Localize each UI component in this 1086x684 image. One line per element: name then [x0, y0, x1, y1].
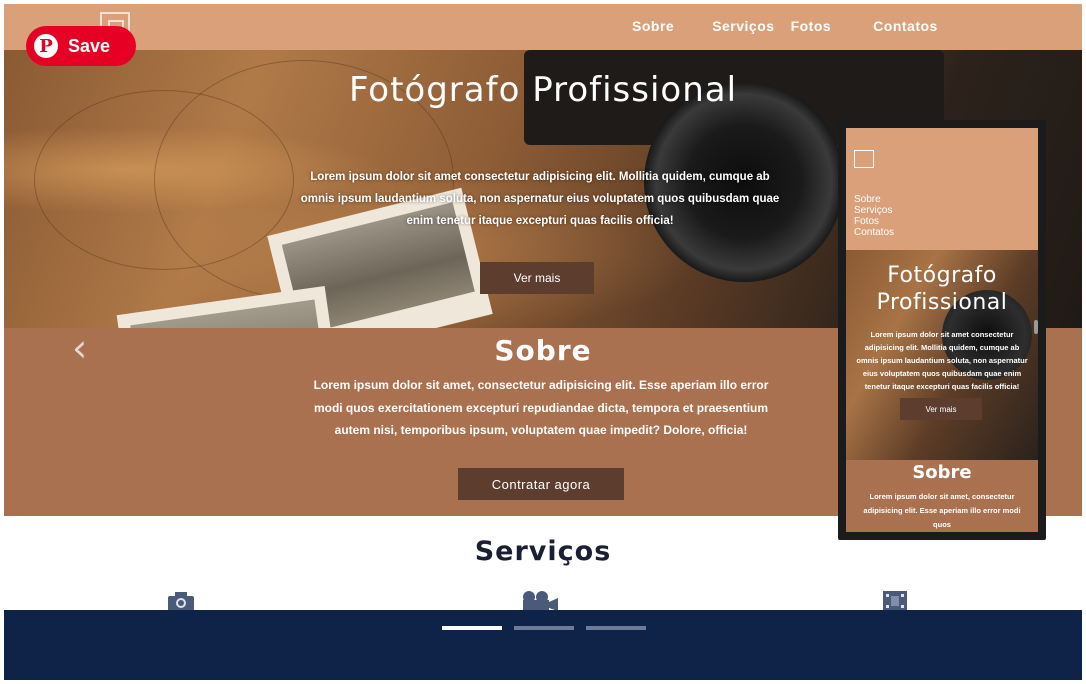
mobile-nav-links: Sobre Serviços Fotos Contatos [854, 194, 894, 238]
nav-link-fotos[interactable]: Fotos [791, 18, 832, 34]
photo-image [116, 285, 342, 328]
carousel-indicator-2[interactable] [514, 626, 574, 630]
hero-text: Lorem ipsum dolor sit amet consectetur a… [300, 171, 780, 227]
mobile-scrollbar[interactable] [1034, 320, 1038, 334]
nav-links: Sobre Serviços Fotos Contatos [632, 18, 938, 34]
hero-title: Fotógrafo Profissional [348, 70, 738, 110]
nav-link-servicos[interactable]: Serviços [712, 18, 774, 34]
pinterest-save-label: Save [68, 35, 111, 56]
nav-link-contatos[interactable]: Contatos [873, 18, 938, 34]
film-icon [880, 590, 910, 612]
ver-mais-button[interactable]: Ver mais [480, 262, 594, 294]
mobile-preview-screen: Sobre Serviços Fotos Contatos Fotógrafo … [846, 128, 1038, 532]
mobile-ver-mais-button[interactable]: Ver mais [900, 398, 982, 420]
mobile-hero-title: Fotógrafo Profissional [876, 263, 1008, 315]
video-camera-icon [520, 590, 560, 612]
servicos-title: Serviços [474, 536, 612, 567]
mobile-preview-frame: Sobre Serviços Fotos Contatos Fotógrafo … [838, 120, 1046, 540]
sobre-text: Lorem ipsum dolor sit amet, consectetur … [313, 378, 769, 437]
camera-icon [166, 590, 196, 612]
mobile-logo-icon[interactable] [854, 150, 874, 168]
carousel-indicator-bar [4, 610, 1082, 680]
pinterest-save-button[interactable]: P Save [26, 26, 136, 66]
mobile-nav-link-sobre[interactable]: Sobre [854, 194, 894, 205]
contratar-agora-button[interactable]: Contratar agora [458, 468, 624, 500]
carousel-indicator-1[interactable] [442, 626, 502, 630]
mobile-hero: Fotógrafo Profissional Lorem ipsum dolor… [846, 250, 1038, 460]
nav-link-sobre[interactable]: Sobre [632, 18, 674, 34]
top-navbar: Sobre Serviços Fotos Contatos [4, 4, 1082, 50]
mobile-nav-link-contatos[interactable]: Contatos [854, 227, 894, 238]
mobile-navbar: Sobre Serviços Fotos Contatos [846, 128, 1038, 250]
carousel-indicator-3[interactable] [586, 626, 646, 630]
mobile-nav-link-servicos[interactable]: Serviços [854, 205, 894, 216]
page: Sobre Serviços Fotos Contatos Fotógrafo … [4, 4, 1082, 680]
mobile-sobre-text: Lorem ipsum dolor sit amet, consectetur … [863, 492, 1021, 529]
mobile-sobre-title: Sobre [912, 462, 972, 483]
pinterest-icon: P [34, 34, 58, 58]
mobile-nav-link-fotos[interactable]: Fotos [854, 216, 894, 227]
mobile-hero-text: Lorem ipsum dolor sit amet consectetur a… [856, 330, 1028, 391]
